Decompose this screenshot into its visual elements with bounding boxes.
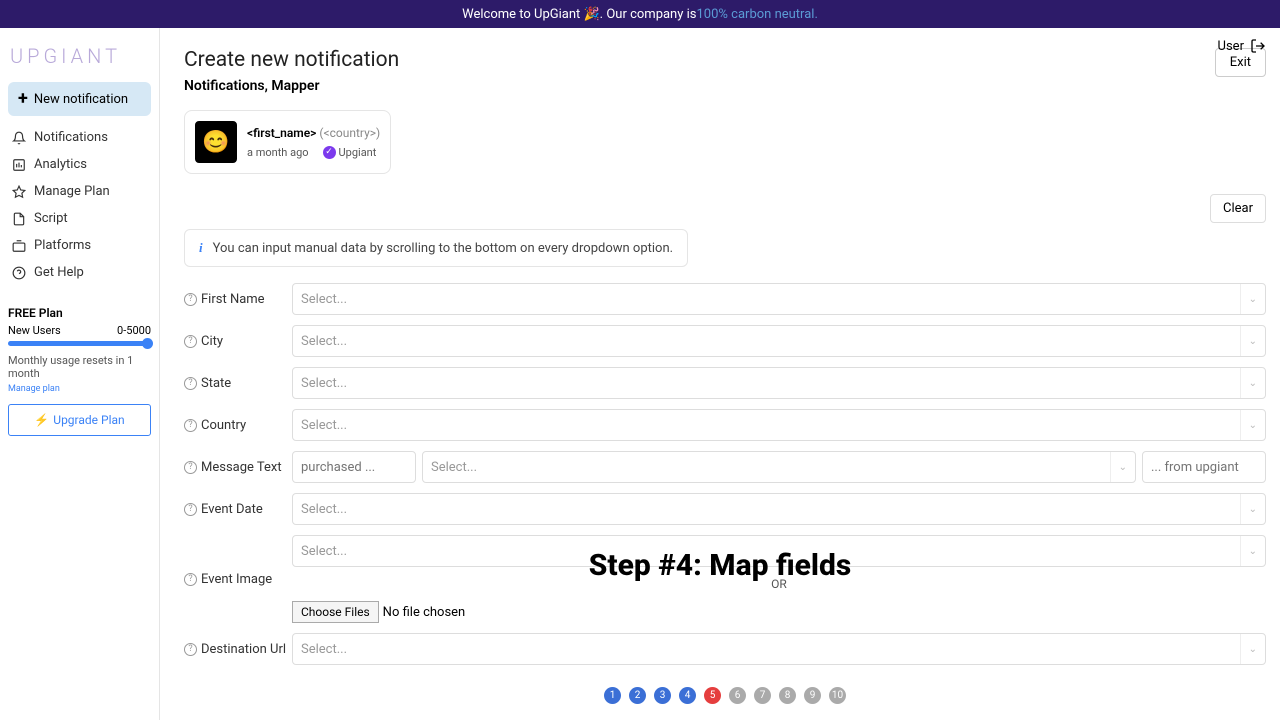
- help-icon[interactable]: ?: [184, 335, 197, 348]
- sidebar: UPGIANT + New notification Notifications…: [0, 28, 160, 720]
- top-banner: Welcome to UpGiant 🎉. Our company is 100…: [0, 0, 1280, 28]
- clear-button[interactable]: Clear: [1210, 194, 1266, 223]
- banner-text: Welcome to UpGiant 🎉. Our company is: [462, 7, 696, 22]
- sidebar-item-notifications[interactable]: Notifications: [8, 124, 151, 151]
- state-select[interactable]: Select...⌄: [292, 367, 1266, 399]
- sidebar-item-help[interactable]: Get Help: [8, 259, 151, 286]
- help-icon[interactable]: ?: [184, 461, 197, 474]
- chevron-down-icon: ⌄: [1240, 368, 1257, 398]
- preview-name: <first_name>: [247, 126, 316, 140]
- page-6[interactable]: 6: [729, 687, 746, 704]
- page-10[interactable]: 10: [829, 687, 846, 704]
- country-select[interactable]: Select...⌄: [292, 409, 1266, 441]
- plan-metric-label: New Users: [8, 324, 61, 337]
- message-prefix-input[interactable]: [292, 451, 416, 483]
- preview-country: (<country>): [319, 126, 380, 140]
- chevron-down-icon: ⌄: [1240, 494, 1257, 524]
- or-label: OR: [292, 577, 1266, 591]
- message-suffix-input[interactable]: [1142, 451, 1266, 483]
- page-8[interactable]: 8: [779, 687, 796, 704]
- event-date-select[interactable]: Select...⌄: [292, 493, 1266, 525]
- chevron-down-icon: ⌄: [1240, 284, 1257, 314]
- plan-title: FREE Plan: [8, 306, 151, 320]
- help-icon: [12, 266, 26, 280]
- page-3[interactable]: 3: [654, 687, 671, 704]
- chevron-down-icon: ⌄: [1240, 536, 1257, 566]
- star-icon: [12, 185, 26, 199]
- logout-icon[interactable]: [1250, 38, 1266, 54]
- slider-thumb[interactable]: [142, 338, 153, 349]
- event-image-select[interactable]: Select...⌄: [292, 535, 1266, 567]
- notification-preview: 😊 <first_name> (<country>) a month ago ✓…: [184, 110, 391, 174]
- page-5[interactable]: 5: [704, 687, 721, 704]
- new-notification-button[interactable]: + New notification: [8, 82, 151, 116]
- help-icon[interactable]: ?: [184, 643, 197, 656]
- help-icon[interactable]: ?: [184, 377, 197, 390]
- preview-time: a month ago: [247, 146, 309, 159]
- plan-reset-text: Monthly usage resets in 1 month: [8, 354, 151, 380]
- city-select[interactable]: Select...⌄: [292, 325, 1266, 357]
- plan-box: FREE Plan New Users 0-5000 Monthly usage…: [8, 306, 151, 436]
- new-notification-label: New notification: [34, 92, 128, 107]
- sidebar-item-script[interactable]: Script: [8, 205, 151, 232]
- usage-slider[interactable]: [8, 341, 151, 346]
- plan-metric-range: 0-5000: [117, 324, 151, 337]
- pagination: 1 2 3 4 5 6 7 8 9 10: [184, 687, 1266, 704]
- info-text: You can input manual data by scrolling t…: [213, 241, 673, 256]
- chevron-down-icon: ⌄: [1240, 634, 1257, 664]
- chevron-down-icon: ⌄: [1110, 452, 1127, 482]
- platforms-icon: [12, 239, 26, 253]
- sidebar-item-platforms[interactable]: Platforms: [8, 232, 151, 259]
- message-middle-select[interactable]: Select...⌄: [422, 451, 1136, 483]
- banner-link[interactable]: 100% carbon neutral.: [697, 7, 818, 22]
- page-1[interactable]: 1: [604, 687, 621, 704]
- main: User Create new notification Notificatio…: [160, 28, 1280, 720]
- sidebar-item-analytics[interactable]: Analytics: [8, 151, 151, 178]
- page-7[interactable]: 7: [754, 687, 771, 704]
- user-label: User: [1218, 39, 1244, 54]
- help-icon[interactable]: ?: [184, 419, 197, 432]
- first-name-select[interactable]: Select...⌄: [292, 283, 1266, 315]
- chart-icon: [12, 158, 26, 172]
- preview-avatar: 😊: [195, 121, 237, 163]
- page-subtitle: Notifications, Mapper: [184, 78, 399, 94]
- page-4[interactable]: 4: [679, 687, 696, 704]
- destination-url-select[interactable]: Select...⌄: [292, 633, 1266, 665]
- info-bar: i You can input manual data by scrolling…: [184, 229, 688, 267]
- check-icon: ✓: [323, 146, 336, 159]
- page-9[interactable]: 9: [804, 687, 821, 704]
- page-2[interactable]: 2: [629, 687, 646, 704]
- file-status: No file chosen: [383, 605, 466, 620]
- logo: UPGIANT: [8, 40, 151, 82]
- sidebar-item-manage-plan[interactable]: Manage Plan: [8, 178, 151, 205]
- help-icon[interactable]: ?: [184, 573, 197, 586]
- info-icon: i: [199, 240, 203, 256]
- page-title: Create new notification: [184, 48, 399, 72]
- chevron-down-icon: ⌄: [1240, 410, 1257, 440]
- topbar: User: [1218, 38, 1266, 54]
- upgrade-plan-button[interactable]: ⚡ Upgrade Plan: [8, 404, 151, 436]
- help-icon[interactable]: ?: [184, 293, 197, 306]
- choose-files-button[interactable]: Choose Files: [292, 601, 379, 623]
- manage-plan-link[interactable]: Manage plan: [8, 384, 151, 394]
- bolt-icon: ⚡: [34, 413, 49, 427]
- chevron-down-icon: ⌄: [1240, 326, 1257, 356]
- preview-badge: ✓ Upgiant: [323, 146, 377, 159]
- plus-icon: +: [18, 90, 28, 108]
- bell-icon: [12, 131, 26, 145]
- script-icon: [12, 212, 26, 226]
- help-icon[interactable]: ?: [184, 503, 197, 516]
